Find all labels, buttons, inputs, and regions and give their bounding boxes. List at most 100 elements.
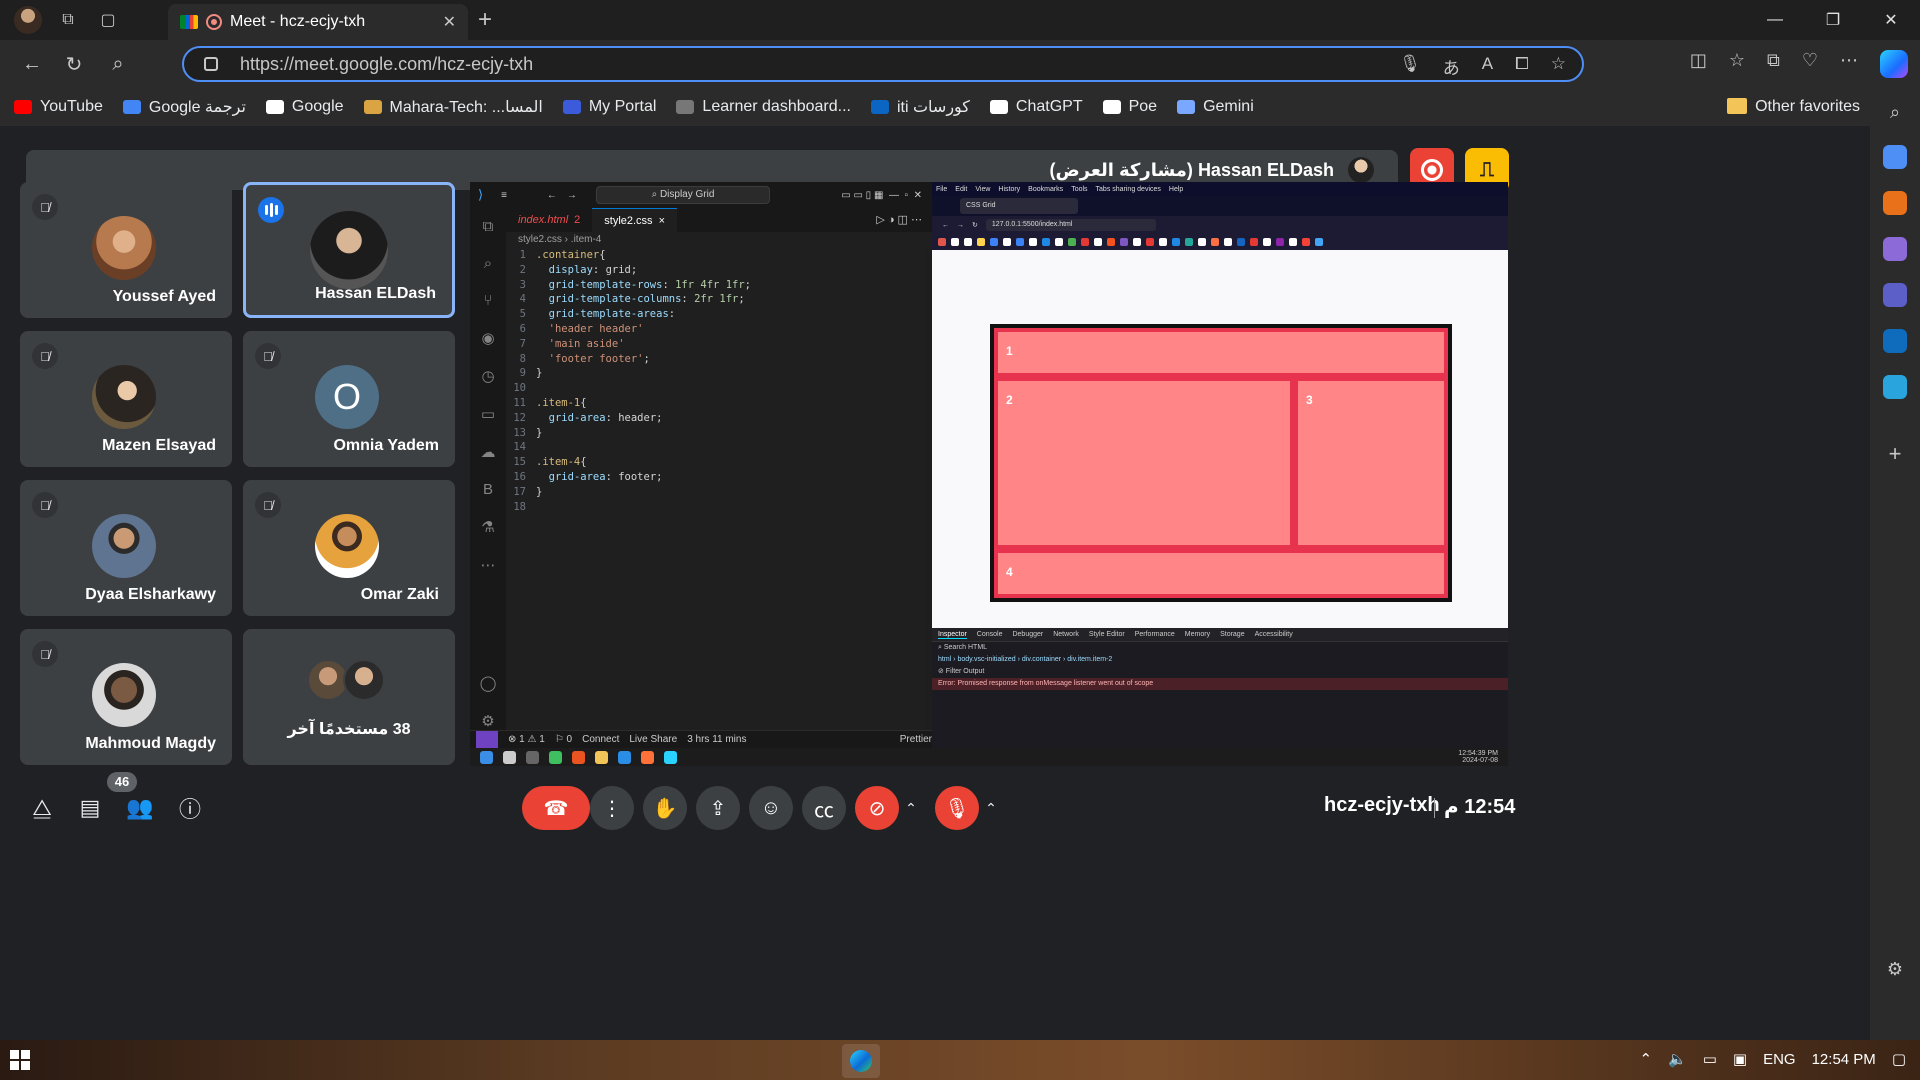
participant-tile[interactable]: 🎙̸ Mahmoud Magdy — [20, 629, 232, 765]
toolbar-extension-icon[interactable] — [1146, 238, 1154, 246]
reload-icon[interactable]: ↻ — [972, 221, 978, 229]
code-line[interactable]: 5 grid-template-areas: — [506, 307, 926, 322]
live-share-icon[interactable]: ☁ — [481, 443, 496, 461]
toolbar-extension-icon[interactable] — [964, 238, 972, 246]
add-icon[interactable]: + — [1889, 441, 1902, 467]
status-item[interactable]: Connect — [582, 734, 619, 745]
tab-style2-css[interactable]: style2.css × — [592, 208, 677, 232]
microphone-icon[interactable]: 🎙 — [1399, 54, 1421, 79]
command-search[interactable]: ⌕ Display Grid — [596, 186, 770, 204]
tab-index-html[interactable]: index.html 2 — [506, 208, 592, 232]
github-icon[interactable]: ◉ — [481, 329, 494, 347]
captions-button[interactable]: ㏄ — [802, 786, 846, 830]
code-line[interactable]: 15 .item-4{ — [506, 455, 926, 470]
vscode-window-controls[interactable]: ▭ ▭ ▯ ▦ — ▫ ✕ — [841, 190, 922, 201]
camera-off-button[interactable]: ⊘ — [855, 786, 899, 830]
app-available-icon[interactable]: ⧠ — [1515, 54, 1529, 79]
code-line[interactable]: 3 grid-template-rows: 1fr 4fr 1fr; — [506, 278, 926, 293]
favorite-link[interactable]: YouTube — [14, 98, 103, 116]
more-icon[interactable]: ⋯ — [481, 556, 496, 574]
status-item[interactable]: ⊗ 1 ⚠ 1 — [508, 734, 545, 745]
shopping-tag-icon[interactable] — [1883, 145, 1907, 169]
toolbar-extension-icon[interactable] — [1003, 238, 1011, 246]
raise-hand-button[interactable]: ✋ — [643, 786, 687, 830]
firefox-menu-item[interactable]: Edit — [955, 186, 967, 193]
minimize-button[interactable]: — — [1746, 0, 1804, 40]
present-button[interactable]: ⇪ — [696, 786, 740, 830]
forward-arrow-icon[interactable]: → — [957, 222, 964, 229]
forward-arrow-icon[interactable]: → — [567, 190, 577, 201]
status-item[interactable]: Live Share — [629, 734, 677, 745]
code-line[interactable]: 9} — [506, 366, 926, 381]
search-icon[interactable]: ⌕ — [104, 50, 132, 78]
code-line[interactable]: 11 .item-1{ — [506, 396, 926, 411]
leave-call-button[interactable]: ☎ — [522, 786, 590, 830]
account-icon[interactable]: ◯ — [480, 674, 497, 692]
code-line[interactable]: 14 — [506, 440, 926, 455]
maximize-button[interactable]: ❐ — [1804, 0, 1862, 40]
devtools-tab[interactable]: Console — [977, 631, 1003, 638]
firefox-menu-item[interactable]: History — [998, 186, 1020, 193]
code-line[interactable]: 4 grid-template-columns: 2fr 1fr; — [506, 292, 926, 307]
devtools-tab[interactable]: Performance — [1135, 631, 1175, 638]
close-window-button[interactable]: ✕ — [1862, 0, 1920, 40]
copilot-icon[interactable] — [1880, 50, 1908, 78]
toolbar-extension-icon[interactable] — [990, 238, 998, 246]
devtools-tab[interactable]: Style Editor — [1089, 631, 1125, 638]
tools-icon[interactable] — [1883, 191, 1907, 215]
read-aloud-icon[interactable]: A — [1482, 54, 1493, 79]
devtools-tab[interactable]: Accessibility — [1255, 631, 1293, 638]
devtools-filter[interactable]: ⊘ Filter Output — [932, 666, 1508, 678]
toolbar-extension-icon[interactable] — [1120, 238, 1128, 246]
tray-chevron-icon[interactable]: ⌃ — [1639, 1050, 1652, 1068]
toolbar-extension-icon[interactable] — [1029, 238, 1037, 246]
code-line[interactable]: 7 'main aside' — [506, 337, 926, 352]
toolbar-extension-icon[interactable] — [1315, 238, 1323, 246]
toolbar-extension-icon[interactable] — [1094, 238, 1102, 246]
other-favorites-folder[interactable]: Other favorites — [1727, 98, 1860, 116]
devtools-tab[interactable]: Storage — [1220, 631, 1245, 638]
outlook-icon[interactable] — [1883, 329, 1907, 353]
devtools-tab[interactable]: Debugger — [1012, 631, 1043, 638]
favorite-link[interactable]: Poe — [1102, 98, 1157, 116]
back-arrow-icon[interactable]: ← — [547, 190, 557, 201]
mic-options-chevron-icon[interactable]: ⌃ — [979, 786, 1003, 830]
toolbar-extension-icon[interactable] — [1198, 238, 1206, 246]
refresh-button[interactable]: ↻ — [60, 50, 88, 78]
firefox-menu-item[interactable]: Tools — [1071, 186, 1087, 193]
code-editor[interactable]: 1 .container{2 display: grid; 3 grid-templ… — [506, 248, 926, 730]
participant-tile[interactable]: 🎙̸ Mazen Elsayad — [20, 331, 232, 467]
explorer-icon[interactable]: ⧉ — [483, 218, 494, 235]
devtools-tab[interactable]: Network — [1053, 631, 1079, 638]
remote-explorer-icon[interactable]: ▭ — [481, 405, 495, 423]
toolbar-extension-icon[interactable] — [1263, 238, 1271, 246]
code-line[interactable]: 13} — [506, 426, 926, 441]
favorite-link[interactable]: Google — [265, 98, 344, 116]
toolbar-extension-icon[interactable] — [1055, 238, 1063, 246]
network-icon[interactable]: ▣ — [1733, 1050, 1747, 1068]
editor-actions[interactable]: ▷ ◑ ◫ ⋯ — [866, 208, 932, 232]
firefox-menu-item[interactable]: Bookmarks — [1028, 186, 1063, 193]
code-line[interactable]: 2 display: grid; — [506, 263, 926, 278]
devtools-tab[interactable]: Memory — [1185, 631, 1210, 638]
split-screen-icon[interactable]: ◫ — [1690, 50, 1707, 78]
mic-off-button[interactable]: 🎙 — [935, 786, 979, 830]
status-item[interactable]: Prettier — [900, 734, 932, 745]
chat-icon[interactable]: ▤ — [74, 792, 106, 824]
testing-icon[interactable]: ⚗ — [481, 518, 494, 536]
toolbar-extension-icon[interactable] — [1133, 238, 1141, 246]
toolbar-extension-icon[interactable] — [1224, 238, 1232, 246]
language-indicator[interactable]: ENG — [1763, 1051, 1796, 1068]
address-bar[interactable]: https://meet.google.com/hcz-ecjy-txh 🎙 あ… — [182, 46, 1584, 82]
heart-icon[interactable]: ♡ — [1802, 50, 1818, 78]
workspaces-icon[interactable]: ⧉ — [54, 6, 82, 34]
people-icon[interactable]: 👥 — [124, 792, 156, 824]
devtools-search[interactable]: ⌕ Search HTML — [932, 642, 1508, 654]
toolbar-extension-icon[interactable] — [1107, 238, 1115, 246]
favorite-link[interactable]: ChatGPT — [989, 98, 1083, 116]
status-item[interactable]: 3 hrs 11 mins — [687, 734, 746, 745]
activities-icon[interactable]: ⧋ — [26, 792, 58, 824]
firefox-url[interactable]: 127.0.0.1:5500/index.html — [985, 219, 1156, 231]
toolbar-extension-icon[interactable] — [1172, 238, 1180, 246]
toolbar-extension-icon[interactable] — [1289, 238, 1297, 246]
